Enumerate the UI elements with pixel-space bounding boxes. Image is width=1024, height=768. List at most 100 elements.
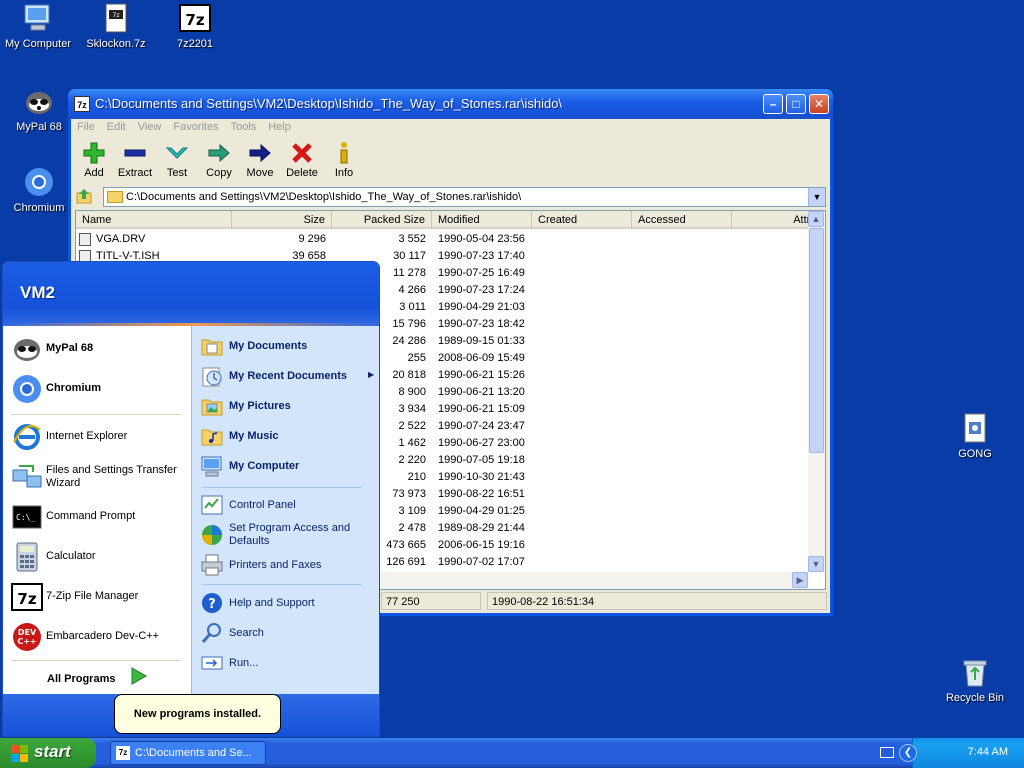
start-item-my-documents[interactable]: My Documents xyxy=(198,332,378,360)
7zip-icon: 7z xyxy=(116,746,130,760)
info-icon xyxy=(340,142,348,164)
add-label: Add xyxy=(84,167,104,179)
menu-edit[interactable]: Edit xyxy=(101,119,132,135)
close-button[interactable]: ✕ xyxy=(809,94,829,114)
column-name[interactable]: Name xyxy=(76,211,232,229)
start-item-mypal[interactable]: MyPal 68 xyxy=(9,332,189,366)
start-item-set-program-access[interactable]: Set Program Access and Defaults xyxy=(198,521,378,549)
desktop-icon-7z2201[interactable]: 7z 7z2201 xyxy=(157,2,233,51)
address-input[interactable]: C:\Documents and Settings\VM2\Desktop\Is… xyxy=(103,187,826,207)
all-programs-arrow-icon xyxy=(130,666,148,689)
address-dropdown-button[interactable]: ▼ xyxy=(808,188,825,206)
plus-icon xyxy=(83,142,105,164)
tray-expand-icon[interactable]: ❮ xyxy=(899,744,917,762)
vertical-scrollbar[interactable]: ▲ ▼ xyxy=(808,211,825,572)
start-item-label: Calculator xyxy=(46,550,96,562)
test-button[interactable]: Test xyxy=(156,141,198,179)
start-menu-right-pane: My Documents My Recent Documents ▶ My Pi… xyxy=(191,326,379,696)
start-item-my-pictures[interactable]: My Pictures xyxy=(198,392,378,420)
minimize-button[interactable]: – xyxy=(763,94,783,114)
menu-file[interactable]: File xyxy=(71,119,101,135)
move-arrow-icon xyxy=(249,143,271,163)
start-item-control-panel[interactable]: Control Panel xyxy=(198,491,378,519)
start-item-label: Chromium xyxy=(46,382,101,394)
system-tray: ❮ 7:44 AM xyxy=(899,738,1024,768)
window-titlebar[interactable]: 7z C:\Documents and Settings\VM2\Desktop… xyxy=(68,89,833,119)
maximize-button[interactable]: □ xyxy=(786,94,806,114)
menu-favorites[interactable]: Favorites xyxy=(167,119,224,135)
desktop-icon-mypal[interactable]: MyPal 68 xyxy=(1,85,77,134)
start-item-7zip[interactable]: 7z 7-Zip File Manager xyxy=(9,580,189,614)
all-programs-button[interactable]: All Programs xyxy=(47,673,115,685)
info-button[interactable]: Info xyxy=(323,141,365,179)
add-button[interactable]: Add xyxy=(73,141,115,179)
start-item-my-music[interactable]: My Music xyxy=(198,422,378,450)
start-item-help-support[interactable]: ? Help and Support xyxy=(198,589,378,617)
scroll-up-button[interactable]: ▲ xyxy=(808,211,824,227)
notification-balloon[interactable]: New programs installed. xyxy=(114,694,281,734)
start-item-label: Files and Settings Transfer Wizard xyxy=(46,464,177,489)
taskbar: start 7z C:\Documents and Se... ❮ 7:44 A… xyxy=(0,738,1024,768)
column-size[interactable]: Size xyxy=(232,211,332,229)
start-button[interactable]: start xyxy=(0,738,96,768)
start-item-transfer-wizard[interactable]: Files and Settings Transfer Wizard xyxy=(9,460,189,494)
start-item-devcpp[interactable]: DEV C++ Embarcadero Dev-C++ xyxy=(9,620,189,654)
desktop-icon-chromium[interactable]: Chromium xyxy=(1,166,77,215)
start-item-label: Command Prompt xyxy=(46,510,136,522)
recent-documents-icon xyxy=(200,364,224,388)
cell-modified: 1990-05-04 23:56 xyxy=(438,233,525,245)
up-folder-button[interactable] xyxy=(75,187,95,205)
start-menu: VM2 MyPal 68 Chromium Internet Explorer … xyxy=(2,261,380,737)
desktop-icon-my-computer[interactable]: My Computer xyxy=(0,2,76,51)
7zip-icon: 7z xyxy=(11,582,43,612)
recycle-bin-icon xyxy=(959,656,991,688)
desktop-icon-sklockon[interactable]: 7z Sklockon.7z xyxy=(78,2,154,51)
column-created[interactable]: Created xyxy=(532,211,632,229)
scroll-down-button[interactable]: ▼ xyxy=(808,556,824,572)
keyboard-icon[interactable] xyxy=(880,747,894,758)
move-label: Move xyxy=(246,167,274,179)
run-icon xyxy=(200,651,224,675)
column-modified[interactable]: Modified xyxy=(432,211,532,229)
start-item-my-computer[interactable]: My Computer xyxy=(198,452,378,480)
desktop-icon-gong[interactable]: GONG xyxy=(937,412,1013,461)
start-item-label: Help and Support xyxy=(229,597,315,609)
clock[interactable]: 7:44 AM xyxy=(968,746,1008,758)
start-item-my-recent-documents[interactable]: My Recent Documents ▶ xyxy=(198,362,378,390)
start-item-calculator[interactable]: Calculator xyxy=(9,540,189,574)
svg-text:7z: 7z xyxy=(17,590,36,608)
desktop-icon-label: MyPal 68 xyxy=(16,121,62,133)
start-item-internet-explorer[interactable]: Internet Explorer xyxy=(9,420,189,454)
delete-button[interactable]: Delete xyxy=(281,141,323,179)
toolbar: Add Extract Test Copy Move Delete Info xyxy=(71,139,830,183)
my-computer-icon xyxy=(22,2,54,34)
taskbar-button-7zip[interactable]: 7z C:\Documents and Se... xyxy=(110,741,266,765)
delete-label: Delete xyxy=(286,167,318,179)
status-size: 77 250 xyxy=(381,592,481,610)
menu-tools[interactable]: Tools xyxy=(225,119,263,135)
table-row[interactable]: VGA.DRV 9 296 3 552 1990-05-04 23:56 xyxy=(76,231,808,248)
info-label: Info xyxy=(334,167,354,179)
cell-modified: 1990-06-21 13:20 xyxy=(438,386,525,398)
column-packed-size[interactable]: Packed Size xyxy=(332,211,432,229)
cell-modified: 1989-08-29 21:44 xyxy=(438,522,525,534)
copy-button[interactable]: Copy xyxy=(198,141,240,179)
start-item-chromium[interactable]: Chromium xyxy=(9,372,189,406)
move-button[interactable]: Move xyxy=(239,141,281,179)
start-item-printers[interactable]: Printers and Faxes xyxy=(198,551,378,579)
up-folder-icon xyxy=(76,189,92,204)
menu-help[interactable]: Help xyxy=(262,119,297,135)
test-label: Test xyxy=(166,167,188,179)
start-item-search[interactable]: Search xyxy=(198,619,378,647)
desktop-icon-recycle-bin[interactable]: Recycle Bin xyxy=(937,656,1013,705)
start-item-run[interactable]: Run... xyxy=(198,649,378,677)
extract-button[interactable]: Extract xyxy=(114,141,156,179)
menu-view[interactable]: View xyxy=(132,119,168,135)
scroll-thumb[interactable] xyxy=(809,228,824,453)
scroll-right-button[interactable]: ▶ xyxy=(792,572,808,588)
7zip-icon: 7z xyxy=(179,2,211,34)
start-item-command-prompt[interactable]: C:\_ Command Prompt xyxy=(9,500,189,534)
cell-modified: 1990-07-23 17:24 xyxy=(438,284,525,296)
chromium-icon xyxy=(11,374,43,404)
column-accessed[interactable]: Accessed xyxy=(632,211,732,229)
